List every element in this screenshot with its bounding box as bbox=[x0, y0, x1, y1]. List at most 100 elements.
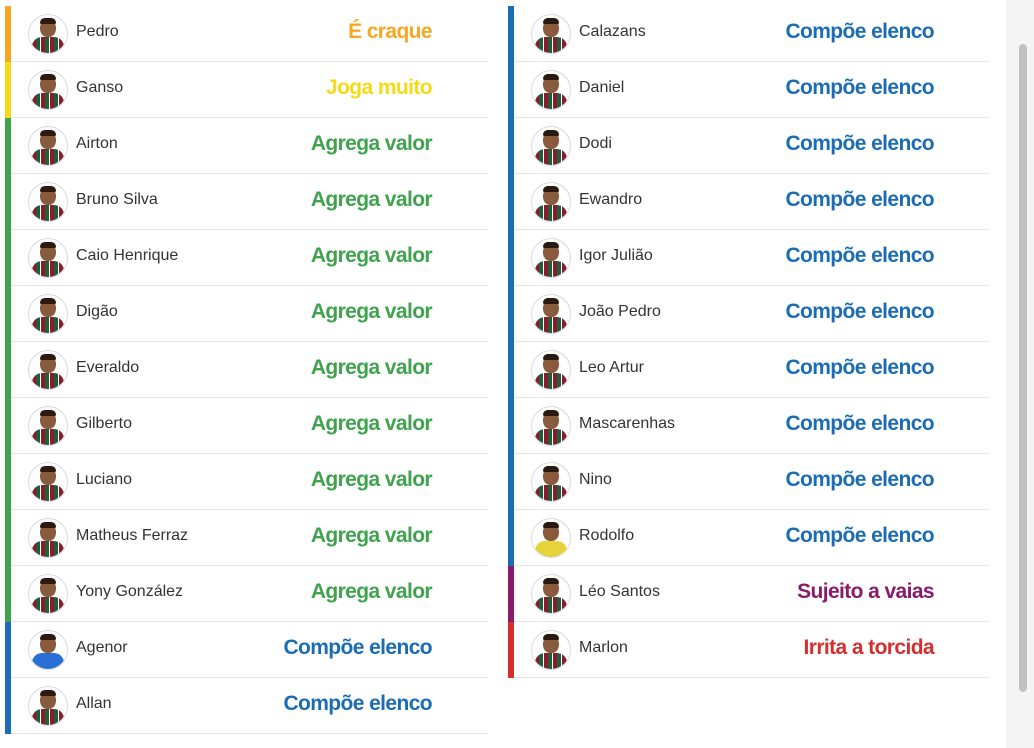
player-rating-label: Agrega valor bbox=[310, 580, 433, 603]
player-rating-label: Compõe elenco bbox=[785, 132, 934, 155]
player-avatar-icon bbox=[28, 182, 68, 222]
rating-color-bar bbox=[508, 286, 514, 342]
player-name: Caio Henrique bbox=[76, 247, 179, 264]
player-avatar-icon bbox=[28, 630, 68, 670]
rating-color-bar bbox=[508, 62, 514, 118]
player-avatar-icon bbox=[531, 70, 571, 110]
player-ratings-right-column: Calazans Compõe elenco Daniel Compõe elenco… bbox=[508, 6, 990, 678]
player-avatar-icon bbox=[28, 14, 68, 54]
player-name: Rodolfo bbox=[579, 527, 635, 544]
player-avatar-icon bbox=[28, 406, 68, 446]
player-rating-label: É craque bbox=[348, 20, 433, 43]
rating-color-bar bbox=[5, 286, 11, 342]
player-row: Nino Compõe elenco bbox=[508, 454, 990, 510]
player-rating-label: Compõe elenco bbox=[785, 356, 934, 379]
rating-color-bar bbox=[5, 510, 11, 566]
player-name: Ganso bbox=[76, 79, 124, 96]
rating-color-bar bbox=[5, 566, 11, 622]
player-name: Léo Santos bbox=[579, 583, 660, 600]
player-row: Ewandro Compõe elenco bbox=[508, 174, 990, 230]
player-avatar-icon bbox=[531, 238, 571, 278]
rating-color-bar bbox=[508, 398, 514, 454]
player-avatar-icon bbox=[28, 518, 68, 558]
player-row: João Pedro Compõe elenco bbox=[508, 286, 990, 342]
player-avatar-icon bbox=[531, 14, 571, 54]
player-rating-label: Agrega valor bbox=[310, 300, 433, 323]
rating-color-bar bbox=[5, 174, 11, 230]
player-rating-label: Joga muito bbox=[325, 76, 433, 99]
player-avatar-icon bbox=[531, 182, 571, 222]
rating-color-bar bbox=[508, 342, 514, 398]
player-name: João Pedro bbox=[579, 303, 661, 320]
player-row: Daniel Compõe elenco bbox=[508, 62, 990, 118]
player-row: Airton Agrega valor bbox=[5, 118, 488, 174]
player-row: Pedro É craque bbox=[5, 6, 488, 62]
rating-color-bar bbox=[5, 6, 11, 62]
player-avatar-icon bbox=[531, 126, 571, 166]
player-name: Everaldo bbox=[76, 359, 140, 376]
player-avatar-icon bbox=[531, 294, 571, 334]
rating-color-bar bbox=[5, 342, 11, 398]
player-avatar-icon bbox=[28, 462, 68, 502]
player-avatar-icon bbox=[28, 574, 68, 614]
rating-color-bar bbox=[5, 398, 11, 454]
player-avatar-icon bbox=[531, 518, 571, 558]
player-rating-label: Compõe elenco bbox=[785, 524, 934, 547]
player-row: Igor Julião Compõe elenco bbox=[508, 230, 990, 286]
player-rating-label: Irrita a torcida bbox=[803, 636, 935, 659]
rating-color-bar bbox=[508, 118, 514, 174]
rating-color-bar bbox=[5, 622, 11, 678]
player-row: Marlon Irrita a torcida bbox=[508, 622, 990, 678]
rating-color-bar bbox=[5, 230, 11, 286]
player-avatar-icon bbox=[531, 350, 571, 390]
player-name: Dodi bbox=[579, 135, 612, 152]
player-rating-label: Compõe elenco bbox=[785, 468, 934, 491]
player-rating-label: Agrega valor bbox=[310, 412, 433, 435]
player-rating-label: Compõe elenco bbox=[785, 76, 934, 99]
player-row: Mascarenhas Compõe elenco bbox=[508, 398, 990, 454]
player-name: Nino bbox=[579, 471, 612, 488]
player-rating-label: Agrega valor bbox=[310, 132, 433, 155]
player-row: Agenor Compõe elenco bbox=[5, 622, 488, 678]
player-name: Allan bbox=[76, 695, 112, 712]
player-name: Airton bbox=[76, 135, 118, 152]
player-name: Igor Julião bbox=[579, 247, 653, 264]
player-name: Leo Artur bbox=[579, 359, 644, 376]
player-rating-label: Agrega valor bbox=[310, 468, 433, 491]
player-row: Matheus Ferraz Agrega valor bbox=[5, 510, 488, 566]
player-rating-label: Compõe elenco bbox=[785, 20, 934, 43]
rating-color-bar bbox=[508, 566, 514, 622]
player-avatar-icon bbox=[531, 462, 571, 502]
player-ratings-left-column: Pedro É craque Ganso Joga muito Airton Agrega… bbox=[5, 6, 488, 734]
player-rating-label: Compõe elenco bbox=[785, 412, 934, 435]
player-name: Marlon bbox=[579, 639, 628, 656]
rating-color-bar bbox=[5, 454, 11, 510]
player-rating-label: Compõe elenco bbox=[283, 636, 432, 659]
player-name: Bruno Silva bbox=[76, 191, 158, 208]
player-name: Agenor bbox=[76, 639, 128, 656]
player-rating-label: Agrega valor bbox=[310, 356, 433, 379]
player-row: Ganso Joga muito bbox=[5, 62, 488, 118]
rating-color-bar bbox=[508, 622, 514, 678]
player-row: Bruno Silva Agrega valor bbox=[5, 174, 488, 230]
player-rating-label: Agrega valor bbox=[310, 524, 433, 547]
player-row: Yony González Agrega valor bbox=[5, 566, 488, 622]
rating-color-bar bbox=[5, 678, 11, 734]
player-row: Leo Artur Compõe elenco bbox=[508, 342, 990, 398]
player-rating-label: Compõe elenco bbox=[785, 244, 934, 267]
player-name: Daniel bbox=[579, 79, 625, 96]
scrollbar-thumb[interactable] bbox=[1019, 44, 1027, 692]
player-avatar-icon bbox=[28, 238, 68, 278]
rating-color-bar bbox=[508, 454, 514, 510]
player-row: Caio Henrique Agrega valor bbox=[5, 230, 488, 286]
player-row: Luciano Agrega valor bbox=[5, 454, 488, 510]
player-row: Allan Compõe elenco bbox=[5, 678, 488, 734]
player-row: Gilberto Agrega valor bbox=[5, 398, 488, 454]
player-avatar-icon bbox=[28, 126, 68, 166]
player-rating-label: Agrega valor bbox=[310, 188, 433, 211]
player-name: Ewandro bbox=[579, 191, 643, 208]
player-row: Léo Santos Sujeito a vaias bbox=[508, 566, 990, 622]
rating-color-bar bbox=[508, 510, 514, 566]
player-rating-label: Sujeito a vaias bbox=[797, 580, 935, 603]
player-rating-label: Agrega valor bbox=[310, 244, 433, 267]
